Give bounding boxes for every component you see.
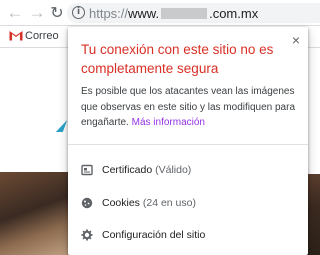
popup-description: Es posible que los atacantes vean las im… — [81, 84, 303, 131]
certificate-row[interactable]: Certificado (Válido) — [68, 157, 308, 185]
close-icon[interactable]: × — [292, 33, 300, 47]
gmail-icon[interactable] — [9, 30, 23, 41]
page-logo-fragment — [55, 120, 68, 132]
popup-title: Tu conexión con este sitio no es complet… — [81, 42, 274, 76]
url-redacted — [161, 8, 208, 19]
url-scheme: https:// — [89, 6, 129, 21]
certificate-label: Certificado (Válido) — [102, 164, 191, 176]
cookie-icon — [81, 197, 93, 209]
bookmark-correo[interactable]: Correo — [25, 30, 59, 42]
page-photo-left — [0, 172, 72, 255]
reload-icon[interactable]: ↻ — [46, 0, 68, 26]
back-arrow-icon[interactable]: ← — [4, 0, 26, 26]
site-info-popup: × Tu conexión con este sitio no es compl… — [68, 27, 308, 255]
forward-arrow-icon[interactable]: → — [26, 0, 48, 26]
certificate-title: Certificado — [102, 164, 153, 176]
site-info-icon[interactable]: i — [72, 6, 85, 19]
address-bar[interactable]: i https://www. .com.mx — [67, 3, 320, 23]
certificate-status: (Válido) — [155, 164, 192, 176]
divider — [68, 144, 308, 145]
certificate-icon — [81, 164, 93, 176]
cookies-row[interactable]: Cookies (24 en uso) — [68, 190, 308, 218]
url-host-prefix: www. — [128, 6, 160, 21]
site-settings-row[interactable]: Configuración del sitio — [68, 222, 308, 250]
cookies-label: Cookies (24 en uso) — [102, 197, 196, 209]
more-info-link[interactable]: Más información — [132, 117, 205, 128]
cookies-count: (24 en uso) — [142, 197, 196, 209]
cookies-title: Cookies — [102, 197, 140, 209]
url-host-suffix: .com.mx — [209, 6, 259, 21]
browser-toolbar: ← → ↻ i https://www. .com.mx — [0, 0, 320, 26]
gear-icon — [81, 229, 93, 241]
url-text[interactable]: https://www. .com.mx — [89, 6, 258, 21]
site-settings-label: Configuración del sitio — [102, 229, 206, 241]
